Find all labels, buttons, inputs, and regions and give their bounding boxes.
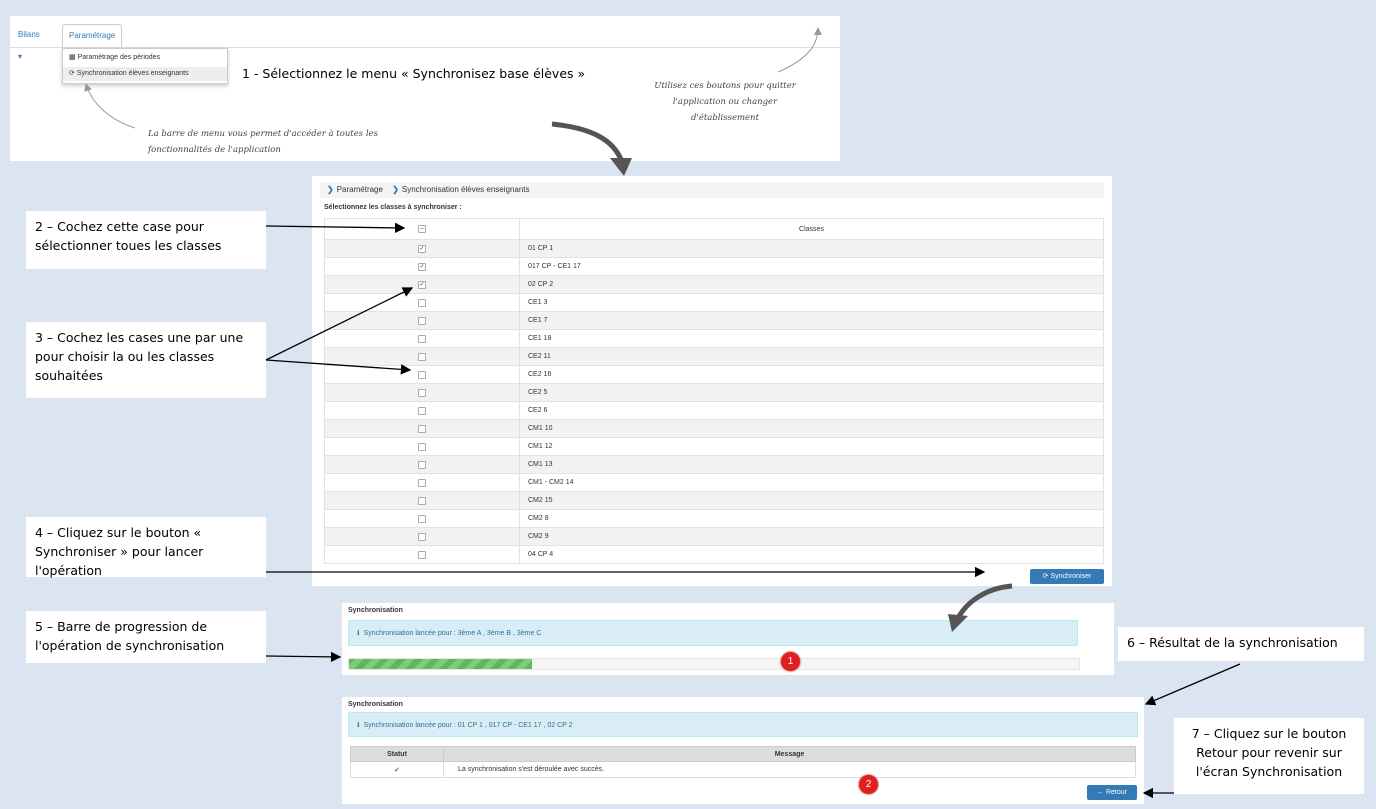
menu-note-arrow [84,83,136,129]
arrow-step3a [265,287,414,361]
arrow-step5 [265,651,342,663]
annotation-arrows [84,27,1241,799]
arrow-step6 [1144,663,1241,706]
big-arrow-down-1 [551,121,625,163]
big-arrow-head-2 [948,614,968,632]
big-arrow-head-1 [610,158,632,176]
big-arrow-down-2 [955,583,1013,620]
arrow-step3b [265,359,412,375]
arrow-step2 [265,222,406,234]
buttons-note-arrow [777,27,822,73]
